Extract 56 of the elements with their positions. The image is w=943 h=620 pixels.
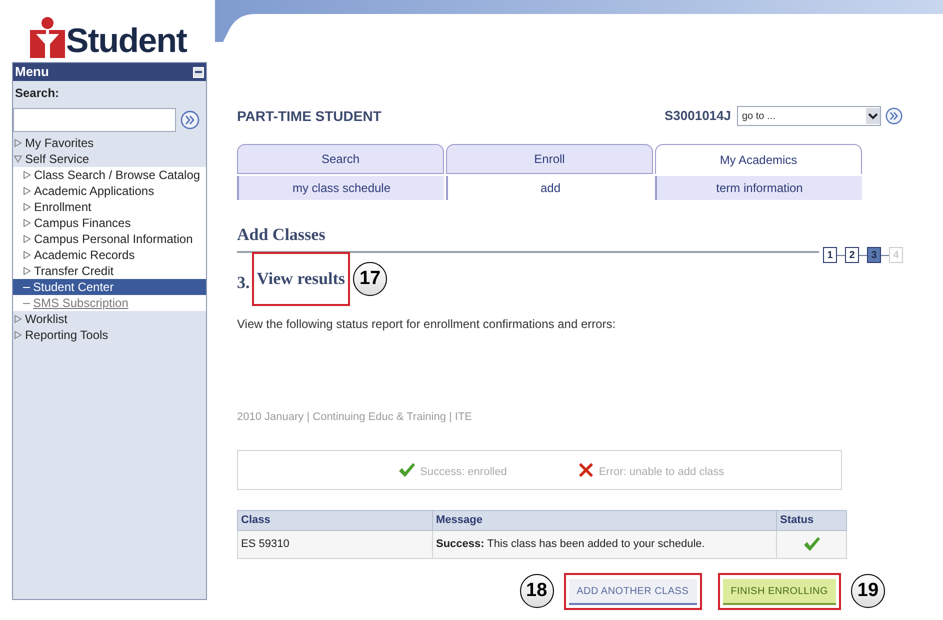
logo-icon xyxy=(30,16,66,58)
table-cell: Success: This class has been added to your schedule. xyxy=(432,530,776,558)
menu-item[interactable]: Enrollment xyxy=(13,199,206,215)
search-label: Search: xyxy=(14,85,60,102)
legend-label: Success: enrolled xyxy=(420,464,507,480)
menu-item[interactable]: Transfer Credit xyxy=(13,263,206,279)
checkmark-icon xyxy=(398,460,416,478)
menu-item[interactable]: Campus Finances xyxy=(13,215,206,231)
menu-item[interactable]: Class Search / Browse Catalog xyxy=(13,167,206,183)
tab[interactable]: Search xyxy=(237,144,444,174)
table-cell: ES 59310 xyxy=(238,530,432,558)
step-title: View results xyxy=(254,254,348,304)
subtab[interactable]: my class schedule xyxy=(237,176,444,200)
menu-item[interactable]: Student Center xyxy=(13,279,206,295)
menu-item[interactable]: Academic Applications xyxy=(13,183,206,199)
cross-icon xyxy=(576,460,595,478)
callout-number: 17 xyxy=(353,262,388,296)
finish-button[interactable]: FINISH ENROLLING xyxy=(722,579,836,605)
callout-number: 18 xyxy=(520,574,554,608)
dash-icon xyxy=(23,287,30,288)
menu-item[interactable]: Reporting Tools xyxy=(13,327,206,343)
instructions-text: View the following status report for enrollment confirmations and errors: xyxy=(237,316,617,333)
expanded-icon[interactable] xyxy=(14,155,22,163)
step-indicator: 3 xyxy=(867,247,881,263)
menu-item[interactable]: Campus Personal Information xyxy=(13,231,206,247)
menu-item[interactable]: Academic Records xyxy=(13,247,206,263)
go-icon[interactable] xyxy=(885,107,903,125)
column-header: Status xyxy=(776,510,846,530)
term-text: 2010 January | Continuing Educ & Training | ITE xyxy=(237,410,474,425)
collapsed-icon[interactable] xyxy=(14,139,22,147)
collapse-icon[interactable] xyxy=(193,66,204,78)
tab[interactable]: My Academics xyxy=(655,144,862,174)
search-field[interactable] xyxy=(13,108,176,132)
legend-label: Error: unable to add class xyxy=(598,464,724,480)
student-id: S3001014J xyxy=(664,107,731,126)
logo-text: Student xyxy=(66,24,187,58)
goto-dropdown[interactable]: go to ... xyxy=(737,106,881,126)
step-indicator: 2 xyxy=(845,247,859,263)
menu-item[interactable]: Self Service xyxy=(13,151,206,167)
subtab[interactable]: term information xyxy=(655,176,862,200)
column-header: Message xyxy=(432,510,776,530)
step-indicator: 1 xyxy=(823,247,837,263)
role-label: PART-TIME STUDENT xyxy=(237,106,382,126)
menu-item[interactable]: Worklist xyxy=(13,311,206,327)
checkmark-icon xyxy=(802,535,820,553)
page-title: Add Classes xyxy=(237,225,326,244)
menu-title: Menu xyxy=(15,63,49,82)
step-number: 3. xyxy=(237,272,250,294)
tab[interactable]: Enroll xyxy=(446,144,653,174)
dash-icon xyxy=(23,303,30,304)
add-button[interactable]: ADD ANOTHER CLASS xyxy=(568,579,697,605)
menu-item[interactable]: My Favorites xyxy=(13,135,206,151)
menu-item[interactable]: SMS Subscription xyxy=(13,295,206,311)
callout-number: 19 xyxy=(851,574,885,608)
column-header: Class xyxy=(238,510,432,530)
go-icon[interactable] xyxy=(180,110,200,130)
